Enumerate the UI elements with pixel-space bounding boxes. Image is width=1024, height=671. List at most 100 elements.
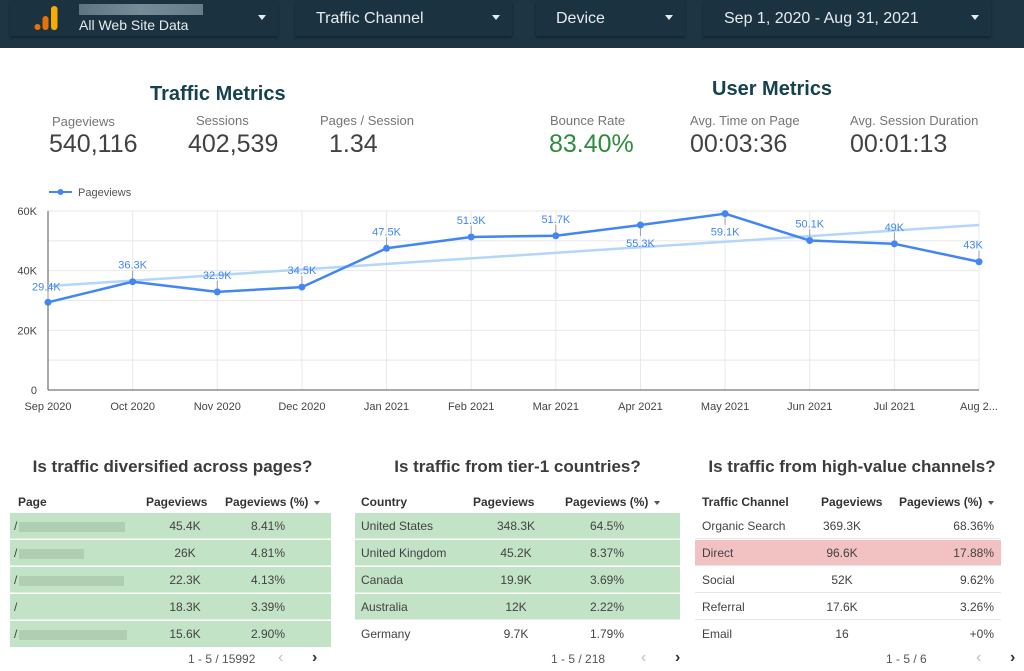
x-tick-label: Oct 2020 — [110, 401, 155, 413]
column-header-label: Pageviews (%) — [899, 495, 983, 509]
table-row[interactable]: Australia 12K 2.22% — [355, 594, 680, 620]
table-row[interactable]: Referral 17.6K 3.26% — [695, 594, 1001, 620]
device-filter-label: Device — [556, 10, 605, 27]
traffic-channel-filter[interactable]: Traffic Channel — [295, 0, 512, 36]
table-row[interactable]: United States 348.3K 64.5% — [355, 513, 680, 539]
table-row[interactable]: Organic Search 369.3K 68.36% — [695, 513, 1001, 539]
dimension-value: / — [14, 600, 18, 614]
device-filter[interactable]: Device — [536, 0, 685, 36]
pageviews-line-chart: Pageviews 0 20K 40K 60K Sep 2020 Oct 2020 Nov… — [17, 187, 998, 413]
x-tick-label: Apr 2021 — [618, 401, 663, 413]
traffic-channel-filter-label: Traffic Channel — [316, 10, 424, 27]
column-header[interactable]: Pageviews — [146, 495, 207, 513]
data-label: 47.5K — [372, 226, 401, 238]
pagination-range: 1 - 5 / 15992 — [188, 652, 256, 666]
metric-value-pageviews: 540,116 — [49, 130, 138, 158]
data-point[interactable] — [552, 232, 560, 240]
x-tick-label: Dec 2020 — [278, 401, 325, 413]
cell-pageviews: 22.3K — [169, 573, 201, 587]
dimension-value: / — [14, 573, 18, 587]
cell-dimension: / — [14, 519, 126, 533]
cell-pageviews-pct: 2.22% — [589, 600, 625, 614]
table-row[interactable]: / 15.6K 2.90% — [10, 621, 331, 647]
y-tick-label: 60K — [17, 206, 37, 218]
next-page-icon[interactable]: › — [1010, 649, 1015, 667]
data-point[interactable] — [806, 237, 814, 245]
dropdown-caret-icon — [258, 15, 266, 20]
data-source-selector[interactable]: All Web Site Data — [10, 0, 278, 36]
legend-label: Pageviews — [78, 187, 132, 199]
date-range-label: Sep 1, 2020 - Aug 31, 2021 — [724, 10, 919, 27]
metric-label-pages-per-session: Pages / Session — [320, 113, 414, 128]
cell-dimension: Germany — [361, 627, 410, 641]
metric-value-pages-per-session: 1.34 — [329, 130, 378, 158]
metric-label-avg-session-duration: Avg. Session Duration — [850, 113, 979, 128]
column-header-label: Pageviews — [821, 495, 883, 509]
data-point[interactable] — [298, 283, 306, 291]
column-header[interactable]: Pageviews — [821, 495, 882, 513]
next-page-icon[interactable]: › — [312, 649, 317, 667]
data-point[interactable] — [467, 233, 475, 241]
data-point[interactable] — [890, 240, 898, 248]
cell-dimension: / — [14, 627, 128, 641]
data-point[interactable] — [636, 221, 644, 229]
data-point[interactable] — [129, 278, 137, 286]
table-row[interactable]: Germany 9.7K 1.79% — [355, 621, 680, 647]
cell-pageviews: 348.3K — [496, 519, 536, 533]
data-point[interactable] — [975, 258, 983, 266]
table-row[interactable]: / 22.3K 4.13% — [10, 567, 331, 593]
dimension-value: Direct — [702, 546, 734, 560]
next-page-icon[interactable]: › — [675, 649, 680, 667]
data-point[interactable] — [383, 244, 391, 252]
data-label: 43K — [963, 240, 983, 252]
column-header-sort[interactable]: Pageviews (%) — [899, 495, 995, 513]
dimension-value: Email — [702, 627, 733, 641]
cell-pageviews: 15.6K — [169, 627, 201, 641]
table-row[interactable]: United Kingdom 45.2K 8.37% — [355, 540, 680, 566]
table-row[interactable]: / 26K 4.81% — [10, 540, 331, 566]
table-row[interactable]: Canada 19.9K 3.69% — [355, 567, 680, 593]
cell-pageviews: 52K — [831, 573, 853, 587]
data-point[interactable] — [213, 288, 221, 296]
table-row[interactable]: / 45.4K 8.41% — [10, 513, 331, 539]
pagination-range: 1 - 5 / 6 — [886, 652, 927, 666]
column-header[interactable]: Country — [361, 495, 407, 513]
cell-pageviews: 45.2K — [500, 546, 532, 560]
previous-page-icon[interactable]: ‹ — [641, 649, 646, 667]
x-tick-label: Feb 2021 — [448, 401, 494, 413]
cell-pageviews-pct: 4.81% — [250, 546, 286, 560]
cell-dimension: United States — [361, 519, 433, 533]
data-label: 50.1K — [795, 219, 824, 231]
user-metrics-title: User Metrics — [712, 78, 833, 100]
redacted-text — [19, 629, 128, 640]
cell-pageviews-pct: 8.37% — [589, 546, 625, 560]
dropdown-caret-icon — [971, 15, 979, 20]
data-point[interactable] — [44, 298, 52, 306]
metric-value-bounce-rate: 83.40% — [549, 130, 634, 158]
column-header[interactable]: Traffic Channel — [702, 495, 789, 513]
previous-page-icon[interactable]: ‹ — [976, 649, 981, 667]
previous-page-icon[interactable]: ‹ — [278, 649, 283, 667]
column-header-sort[interactable]: Pageviews (%) — [565, 495, 661, 513]
column-header-sort[interactable]: Pageviews (%) — [225, 495, 321, 513]
column-header-label: Pageviews (%) — [225, 495, 309, 509]
date-range-picker[interactable]: Sep 1, 2020 - Aug 31, 2021 — [703, 0, 991, 36]
dimension-value: / — [14, 546, 18, 560]
column-header[interactable]: Pageviews — [473, 495, 534, 513]
table-row[interactable]: Social 52K 9.62% — [695, 567, 1001, 593]
redacted-text — [19, 548, 85, 559]
data-point[interactable] — [721, 210, 729, 218]
metric-value-avg-session-duration: 00:01:13 — [850, 130, 948, 158]
chart-legend[interactable]: Pageviews — [49, 187, 132, 199]
table-row[interactable]: Email 16 +0% — [695, 621, 1001, 647]
dimension-value: United States — [361, 519, 434, 533]
data-label: 49K — [885, 222, 905, 234]
table-title: Is traffic from tier-1 countries? — [394, 457, 641, 476]
dimension-value: Organic Search — [702, 519, 786, 533]
data-label: 59.1K — [711, 227, 740, 239]
table-row[interactable]: Direct 96.6K 17.88% — [695, 540, 1001, 566]
dimension-value: / — [14, 627, 18, 641]
table-row[interactable]: / 18.3K 3.39% — [10, 594, 331, 620]
column-header[interactable]: Page — [18, 495, 47, 513]
table-pagination: 1 - 5 / 15992 ‹ › — [188, 649, 328, 667]
